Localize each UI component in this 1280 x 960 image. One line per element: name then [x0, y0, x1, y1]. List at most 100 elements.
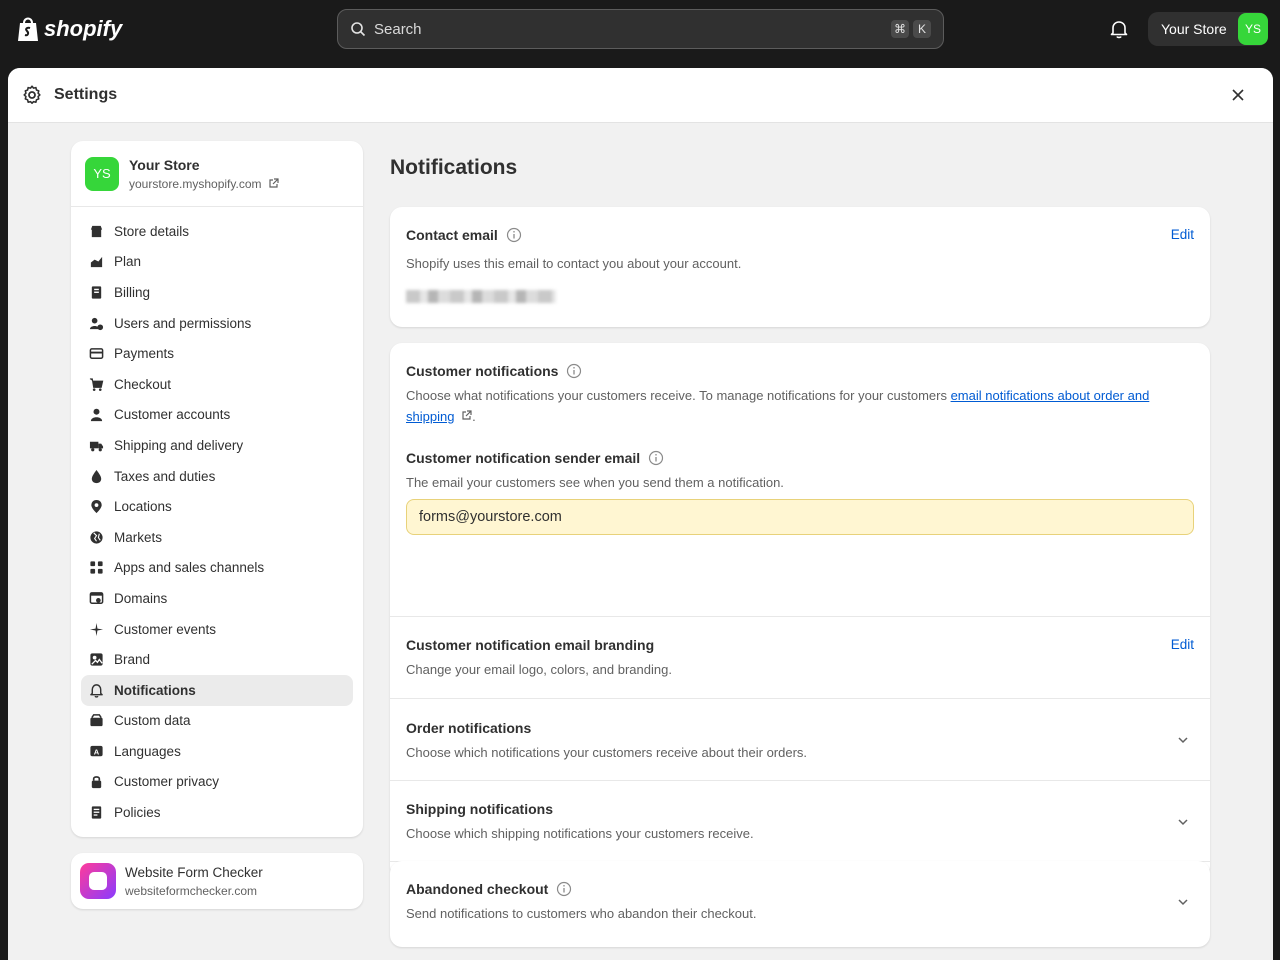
search-placeholder: Search [374, 20, 422, 38]
redacted-email [406, 290, 556, 303]
sidebar-item-store-details[interactable]: Store details [81, 216, 353, 247]
abandoned-checkout-header: Abandoned checkout [406, 881, 1194, 897]
contact-email-header: Contact email [406, 227, 1194, 243]
keyboard-shortcut: ⌘ K [891, 20, 931, 38]
sidebar-item-languages[interactable]: A Languages [81, 736, 353, 767]
settings-header: Settings [8, 68, 1273, 123]
customer-notifications-description: Choose what notifications your customers… [406, 385, 1194, 427]
abandoned-checkout-section[interactable]: Abandoned checkout Send notifications to … [390, 881, 1210, 924]
close-icon[interactable] [1229, 86, 1247, 104]
sidebar-item-billing[interactable]: Billing [81, 277, 353, 308]
sidebar-item-label: Customer privacy [114, 774, 220, 790]
edit-branding-button[interactable]: Edit [1171, 637, 1194, 652]
policy-icon [88, 805, 104, 821]
sidebar-item-label: Customer accounts [114, 407, 231, 423]
cart-icon [88, 376, 104, 392]
order-notifications-title: Order notifications [406, 720, 532, 736]
contact-email-title: Contact email [406, 227, 498, 243]
description-text: Choose what notifications your customers… [406, 388, 951, 403]
settings-sidebar: YS Your Store yourstore.myshopify.com St… [71, 141, 363, 837]
search-bar[interactable]: Search ⌘ K [337, 9, 944, 49]
settings-modal: Settings YS Your Store yourstore.myshopi… [8, 68, 1273, 960]
sidebar-item-label: Custom data [114, 713, 191, 729]
shopify-logo[interactable]: shopify [16, 14, 122, 44]
payments-icon [88, 346, 104, 362]
chevron-down-icon[interactable] [1176, 895, 1190, 909]
shortcut-key: K [913, 20, 931, 38]
sidebar-item-brand[interactable]: Brand [81, 644, 353, 675]
info-icon[interactable] [506, 227, 522, 243]
divider [390, 698, 1210, 699]
sidebar-item-plan[interactable]: Plan [81, 247, 353, 278]
globe-icon [88, 529, 104, 545]
shopify-bag-icon [18, 17, 38, 41]
sidebar-item-customer-privacy[interactable]: Customer privacy [81, 767, 353, 798]
shipping-notifications-section[interactable]: Shipping notifications Choose which ship… [390, 801, 1210, 844]
sidebar-item-policies[interactable]: Policies [81, 797, 353, 828]
order-notifications-description: Choose which notifications your customer… [406, 745, 808, 760]
avatar: YS [85, 156, 119, 191]
app-url: websiteformchecker.com [125, 883, 258, 898]
app-card[interactable]: Website Form Checker websiteformchecker.… [71, 853, 363, 909]
store-menu-button[interactable]: Your Store YS [1148, 12, 1268, 46]
shipping-notifications-description: Choose which shipping notifications your… [406, 826, 754, 841]
customer-notifications-header: Customer notifications [406, 363, 1194, 379]
sidebar-item-payments[interactable]: Payments [81, 338, 353, 369]
contact-email-card: Contact email Edit Shopify uses this ema… [390, 207, 1210, 327]
sidebar-item-custom-data[interactable]: Custom data [81, 706, 353, 737]
sidebar-item-notifications[interactable]: Notifications [81, 674, 353, 706]
sidebar-item-label: Customer events [114, 621, 217, 637]
users-icon [88, 315, 104, 331]
sidebar-item-label: Domains [114, 590, 168, 606]
chevron-down-icon[interactable] [1176, 733, 1190, 747]
shortcut-key: ⌘ [891, 20, 909, 38]
logo-text: shopify [44, 16, 123, 41]
sidebar-store-header[interactable]: YS Your Store yourstore.myshopify.com [71, 141, 363, 207]
sidebar-item-label: Users and permissions [114, 315, 252, 331]
sidebar-item-label: Notifications [114, 682, 196, 698]
sender-email-value: forms@yourstore.com [419, 509, 562, 525]
location-icon [88, 499, 104, 515]
sidebar-item-customer-events[interactable]: Customer events [81, 614, 353, 645]
sidebar-item-label: Policies [114, 805, 161, 821]
tax-icon [88, 468, 104, 484]
sidebar-item-users-and-permissions[interactable]: Users and permissions [81, 308, 353, 339]
sidebar-item-taxes-and-duties[interactable]: Taxes and duties [81, 461, 353, 492]
sidebar-item-checkout[interactable]: Checkout [81, 369, 353, 400]
chevron-down-icon[interactable] [1176, 815, 1190, 829]
external-link-icon [268, 178, 279, 188]
info-icon[interactable] [648, 450, 664, 466]
sidebar-item-label: Shipping and delivery [114, 437, 244, 453]
store-name: Your Store [129, 156, 200, 173]
sidebar-item-shipping-and-delivery[interactable]: Shipping and delivery [81, 430, 353, 461]
divider [390, 780, 1210, 781]
branding-title: Customer notification email branding [406, 637, 655, 653]
customer-notifications-section: Customer notifications Choose what notif… [390, 363, 1210, 427]
sender-email-header: Customer notification sender email [406, 450, 1194, 466]
abandoned-checkout-description: Send notifications to customers who aban… [406, 906, 757, 921]
description-suffix: . [472, 409, 476, 424]
plan-icon [88, 254, 104, 270]
sender-email-field[interactable]: forms@yourstore.com [406, 499, 1194, 535]
store-icon [88, 223, 104, 239]
language-icon: A [88, 743, 104, 759]
info-icon[interactable] [556, 881, 572, 897]
sidebar-item-customer-accounts[interactable]: Customer accounts [81, 400, 353, 431]
app-logo-icon [80, 863, 116, 899]
sidebar-item-domains[interactable]: Domains [81, 583, 353, 614]
info-icon[interactable] [566, 363, 582, 379]
order-notifications-section[interactable]: Order notifications Choose which notific… [390, 720, 1210, 763]
customer-notifications-title: Customer notifications [406, 363, 559, 379]
edit-contact-email-button[interactable]: Edit [1171, 227, 1194, 242]
brand-icon [88, 652, 104, 668]
store-url: yourstore.myshopify.com [129, 176, 262, 191]
sidebar-item-markets[interactable]: Markets [81, 522, 353, 553]
notifications-bell-icon[interactable] [1108, 18, 1130, 40]
sidebar-item-label: Store details [114, 223, 190, 239]
page-title: Settings [54, 86, 118, 103]
sidebar-item-locations[interactable]: Locations [81, 491, 353, 522]
sidebar-item-apps-and-sales-channels[interactable]: Apps and sales channels [81, 553, 353, 584]
store-url-link[interactable]: yourstore.myshopify.com [129, 177, 279, 191]
sparkle-icon [88, 621, 104, 637]
avatar: YS [1238, 13, 1268, 45]
